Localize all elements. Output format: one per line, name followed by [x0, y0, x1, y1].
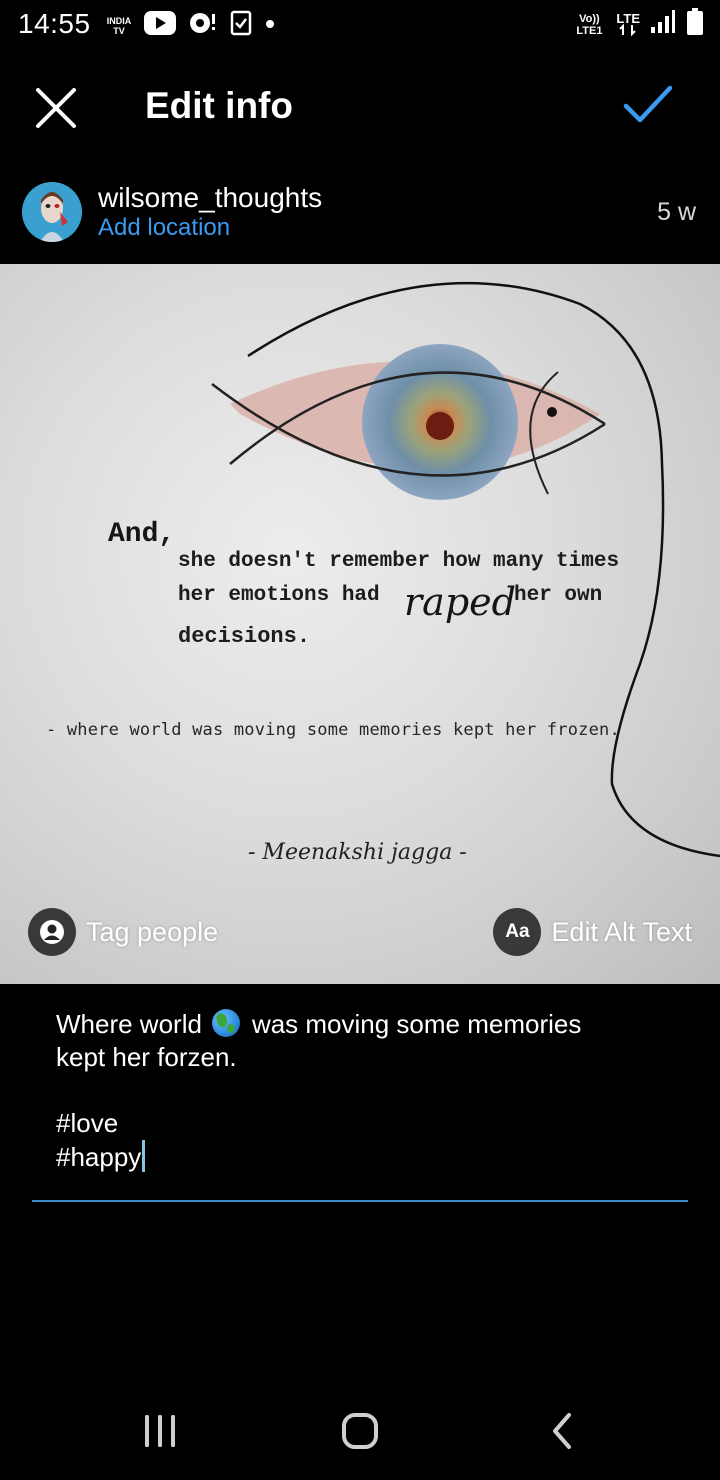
avatar-image	[22, 182, 82, 242]
home-button[interactable]	[330, 1406, 390, 1456]
india-tv-label: INDIA TV	[106, 15, 132, 36]
tag-people-button[interactable]: Tag people	[28, 908, 218, 956]
edit-info-header: Edit info	[0, 60, 720, 155]
data-arrows-icon	[619, 23, 636, 36]
caption-input[interactable]: Where world was moving some memories kept…	[32, 1008, 688, 1202]
status-right-icons: Vo)) LTE1 LTE	[572, 8, 704, 41]
eye-fish-illustration	[211, 281, 720, 858]
post-age: 5 w	[657, 198, 696, 226]
quote-subtext: - where world was moving some memories k…	[46, 720, 620, 740]
caption-line-2: kept her forzen.	[56, 1042, 237, 1072]
recent-apps-icon	[145, 1415, 175, 1447]
check-icon	[623, 85, 673, 123]
back-button[interactable]	[532, 1406, 592, 1456]
quote-line-1: she doesn't remember how many times	[178, 550, 620, 573]
lte-indicator: LTE	[616, 10, 640, 36]
quote-and: And,	[108, 519, 176, 550]
globe-emoji-icon	[211, 1009, 240, 1037]
home-icon	[342, 1413, 378, 1449]
username: wilsome_thoughts	[98, 182, 323, 213]
volte-label: Vo)) LTE1	[576, 12, 603, 37]
back-icon	[553, 1413, 571, 1449]
caption-line-4: #happy	[32, 1140, 688, 1173]
close-icon	[36, 88, 76, 128]
caption-line-1-end: was moving some memories	[251, 1009, 582, 1039]
quote-line-2b: her own	[514, 584, 603, 607]
caption-line-1: Where world was moving some memories	[32, 1008, 688, 1041]
status-left-icons: INDIA TV	[106, 10, 276, 41]
signal-icon	[650, 9, 676, 40]
caption-line-4-text: #happy	[56, 1142, 142, 1172]
done-button[interactable]	[620, 80, 676, 130]
alt-text-icon: Aa	[493, 908, 542, 956]
caption-line-3: #love	[56, 1108, 119, 1138]
edit-alt-text-button[interactable]: Aa Edit Alt Text	[493, 908, 692, 956]
checkbox-icon	[230, 10, 252, 41]
post-image: And, she doesn't remember how many times…	[0, 264, 720, 984]
status-time: 14:55	[18, 8, 91, 39]
recent-apps-button[interactable]	[130, 1406, 190, 1456]
quote-line-2a: her emotions had	[178, 584, 380, 607]
avatar[interactable]	[22, 182, 82, 242]
tag-people-label: Tag people	[86, 916, 219, 947]
dot-icon	[264, 17, 276, 35]
notification-icon	[188, 10, 218, 41]
caption-underline	[32, 1200, 688, 1202]
quote-emphasis: raped	[404, 580, 516, 624]
edit-alt-text-label: Edit Alt Text	[551, 916, 692, 947]
system-nav-bar	[0, 1380, 720, 1480]
person-icon	[28, 908, 76, 956]
status-bar: 14:55 INDIA TV Vo)) LTE1 LTE	[0, 0, 720, 50]
add-location-link[interactable]: Add location	[98, 214, 230, 242]
youtube-icon	[144, 11, 176, 40]
close-button[interactable]	[30, 82, 82, 134]
battery-icon	[686, 8, 704, 41]
text-cursor	[142, 1140, 146, 1172]
page-title: Edit info	[145, 85, 293, 126]
caption-line-1-start: Where world	[56, 1009, 202, 1039]
lte-label: LTE	[616, 10, 640, 26]
quote-line-3: decisions.	[178, 624, 311, 649]
quote-signature: - Meenakshi jagga -	[248, 840, 467, 865]
post-meta: wilsome_thoughts Add location 5 w	[0, 170, 720, 260]
india-tv-icon: INDIA TV	[106, 16, 132, 36]
